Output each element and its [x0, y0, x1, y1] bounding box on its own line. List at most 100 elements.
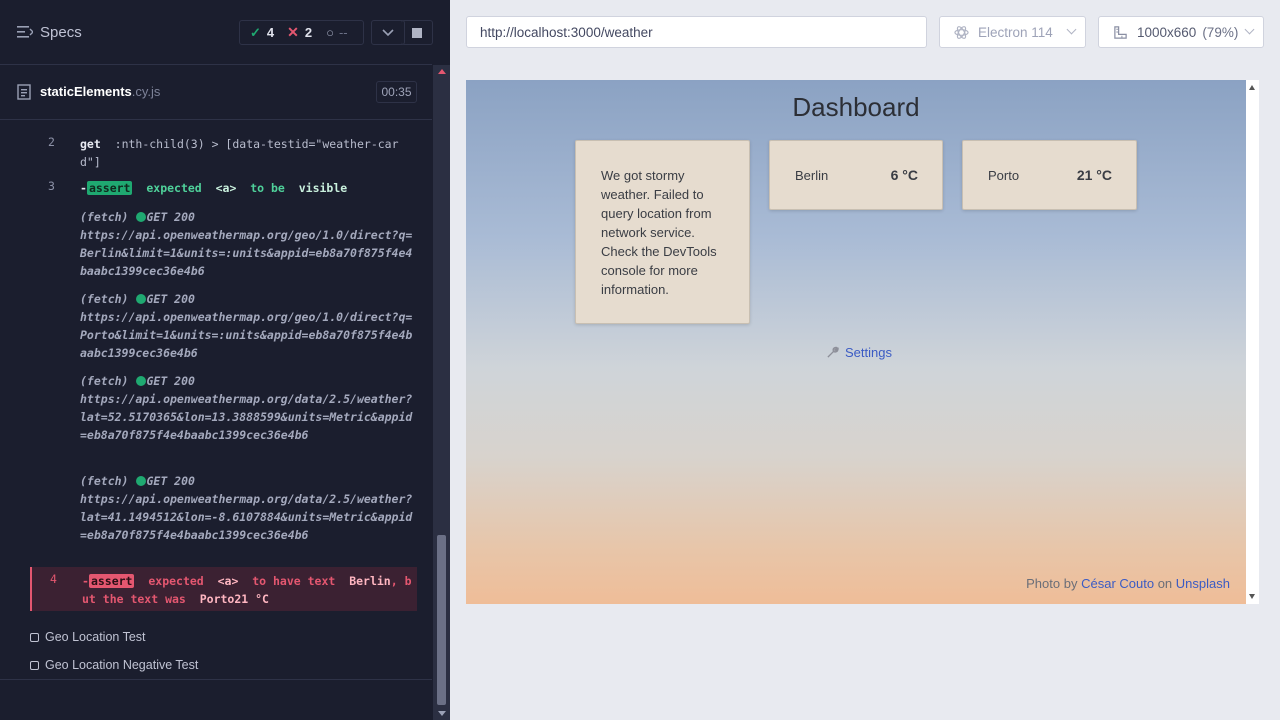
status-dot-icon — [136, 376, 147, 386]
command-log-panel: Specs ✓ 4 ✕ 2 ○ -- staticElements.cy.js … — [0, 0, 450, 720]
spec-ext: .cy.js — [131, 84, 161, 99]
status-dot-icon — [136, 476, 147, 486]
command-number: 2 — [48, 135, 55, 149]
specs-label[interactable]: Specs — [40, 24, 82, 41]
command-dash: - — [80, 181, 87, 195]
spec-file-name[interactable]: staticElements.cy.js — [40, 84, 160, 99]
assert-value: <a> — [215, 181, 237, 195]
passed-count: 4 — [266, 25, 275, 40]
command-number: 4 — [50, 572, 57, 586]
pending-stat: ○ -- — [326, 25, 348, 40]
status-dot-icon — [136, 294, 147, 304]
command-list: 2 get :nth-child(3) > [data-testid="weat… — [30, 121, 417, 611]
wrench-icon — [827, 346, 839, 358]
command-selector: :nth-child(3) > [data-testid="weather-ca… — [80, 137, 399, 169]
test-item[interactable]: Geo Location Negative Test — [30, 658, 198, 672]
fetch-status: GET 200 — [146, 292, 195, 306]
scrollbar-thumb[interactable] — [437, 535, 446, 705]
zoom-level: (79%) — [1202, 24, 1239, 40]
failed-command-row[interactable]: 4 - assert expected <a> to have text Berl… — [30, 567, 417, 611]
fetch-body: (fetch) GET 200 https://api.openweathermap… — [80, 472, 415, 544]
aut-scrollbar[interactable] — [1246, 80, 1259, 604]
credit-prefix: Photo by — [1026, 576, 1078, 591]
chevron-down-icon — [1244, 24, 1255, 35]
photo-credit: Photo by César Couto on Unsplash — [1026, 576, 1230, 591]
assert-message: expected — [146, 181, 202, 195]
check-icon: ✓ — [250, 24, 261, 40]
weather-temp: 21 °C — [1076, 167, 1112, 183]
scroll-up-icon[interactable] — [1249, 85, 1255, 90]
spinner-icon: ○ — [326, 25, 334, 40]
test-status-icon — [30, 632, 39, 642]
fetch-status: GET 200 — [146, 210, 195, 224]
scroll-up-icon[interactable] — [438, 69, 446, 74]
assert-value: Porto21 °C — [199, 592, 269, 606]
fetch-label: (fetch) — [80, 374, 129, 388]
test-item[interactable]: Geo Location Test — [30, 630, 146, 644]
test-stats: ✓ 4 ✕ 2 ○ -- — [239, 20, 364, 45]
fetch-url: https://api.openweathermap.org/geo/1.0/d… — [80, 310, 413, 360]
settings-link[interactable]: Settings — [826, 345, 892, 360]
stop-icon — [411, 27, 422, 38]
url-bar[interactable]: http://localhost:3000/weather — [466, 16, 927, 48]
fetch-status: GET 200 — [146, 474, 195, 488]
failed-stat: ✕ 2 — [287, 24, 312, 41]
chevron-down-icon — [382, 28, 394, 36]
assert-message: to be — [250, 181, 285, 195]
command-body: - assert expected <a> to have text Berlin… — [82, 572, 417, 608]
document-icon — [17, 84, 31, 100]
weather-temp: 6 °C — [890, 167, 918, 183]
command-body: - assert expected <a> to be visible — [80, 179, 415, 197]
weather-card[interactable]: Berlin 6 °C — [769, 140, 943, 210]
menu-icon[interactable] — [17, 26, 33, 38]
x-icon: ✕ — [287, 24, 299, 40]
command-body: get :nth-child(3) > [data-testid="weathe… — [80, 135, 415, 171]
unsplash-link[interactable]: Unsplash — [1176, 576, 1230, 591]
pending-count: -- — [338, 25, 348, 40]
viewport-size: 1000x660 — [1137, 24, 1197, 40]
command-log-scrollbar[interactable] — [433, 65, 450, 720]
fetch-label: (fetch) — [80, 210, 129, 224]
passed-stat: ✓ 4 — [250, 25, 274, 41]
stop-button[interactable] — [401, 20, 433, 45]
spec-name: staticElements — [40, 84, 132, 99]
assert-message: expected — [148, 574, 204, 588]
specs-header: Specs ✓ 4 ✕ 2 ○ -- — [0, 0, 433, 65]
chevron-down-icon — [1066, 24, 1077, 35]
status-dot-icon — [136, 212, 147, 222]
assert-value: Berlin — [349, 574, 391, 588]
app-under-test-frame: Dashboard We got stormy weather. Failed … — [466, 80, 1246, 604]
assert-value: visible — [298, 181, 348, 195]
divider — [0, 679, 432, 680]
browser-selector[interactable]: Electron 114 — [939, 16, 1086, 48]
test-label: Geo Location Test — [45, 630, 146, 644]
fetch-body: (fetch) GET 200 https://api.openweathermap… — [80, 290, 415, 362]
assert-tag: assert — [88, 574, 135, 588]
author-link[interactable]: César Couto — [1081, 576, 1154, 591]
weather-card[interactable]: Porto 21 °C — [962, 140, 1137, 210]
scroll-down-icon[interactable] — [438, 711, 446, 716]
fetch-body: (fetch) GET 200 https://api.openweathermap… — [80, 208, 415, 280]
ruler-icon — [1114, 25, 1127, 39]
fetch-label: (fetch) — [80, 292, 129, 306]
fetch-url: https://api.openweathermap.org/data/2.5/… — [80, 492, 413, 542]
auto-scroll-button[interactable] — [371, 20, 405, 45]
scroll-down-icon[interactable] — [1249, 594, 1255, 599]
spec-file-header: staticElements.cy.js 00:35 — [0, 66, 432, 120]
fetch-url: https://api.openweathermap.org/geo/1.0/d… — [80, 228, 413, 278]
page-title: Dashboard — [792, 92, 920, 122]
viewport-selector[interactable]: 1000x660 (79%) — [1098, 16, 1264, 48]
weather-city: Berlin — [795, 168, 829, 183]
assert-value: <a> — [217, 574, 239, 588]
aut-panel: http://localhost:3000/weather Electron 1… — [450, 0, 1280, 720]
electron-icon — [954, 25, 969, 39]
browser-label: Electron 114 — [978, 24, 1053, 40]
command-number: 3 — [48, 179, 55, 193]
weather-card-error[interactable]: We got stormy weather. Failed to query l… — [575, 140, 750, 324]
spec-duration: 00:35 — [376, 81, 417, 103]
weather-city: Porto — [988, 168, 1020, 183]
command-name: get — [80, 137, 101, 151]
test-label: Geo Location Negative Test — [45, 658, 199, 672]
test-status-icon — [30, 660, 39, 670]
command-dash: - — [82, 574, 89, 588]
